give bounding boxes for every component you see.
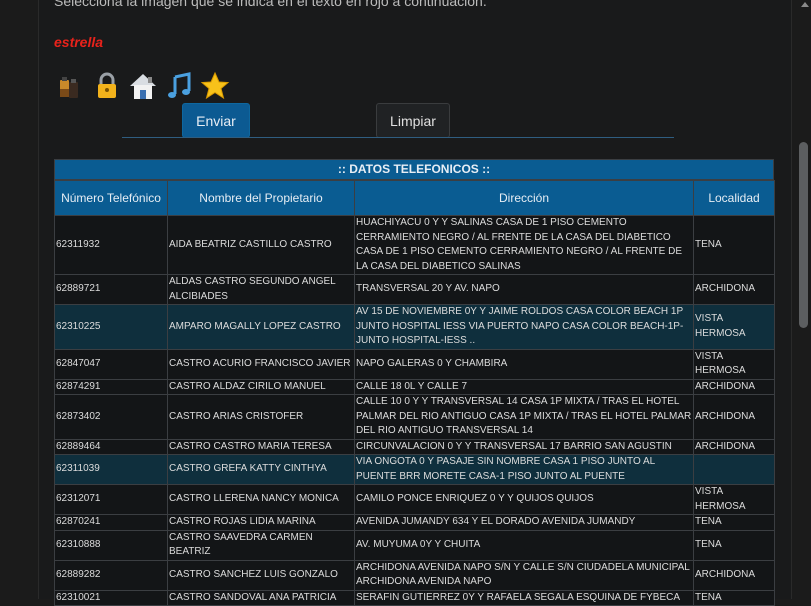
star-icon[interactable] (200, 70, 230, 102)
cell-address: VIA ONGOTA 0 Y PASAJE SIN NOMBRE CASA 1 … (354, 454, 694, 485)
cell-phone: 62874291 (54, 378, 168, 395)
table-row: 62889464 CASTRO CASTRO MARIA TERESA CIRCUN… (54, 438, 775, 455)
cell-locality: VISTA HERMOSA (693, 304, 775, 350)
cell-locality: TENA (693, 514, 775, 531)
cell-phone: 62311932 (54, 215, 168, 275)
cell-owner: CASTRO SAAVEDRA CARMEN BEATRIZ (167, 529, 355, 561)
table-title: :: DATOS TELEFONICOS :: (54, 159, 774, 180)
send-button[interactable]: Enviar (182, 103, 250, 138)
cell-owner: CASTRO SANDOVAL ANA PATRICIA (167, 589, 355, 606)
cell-locality: ARCHIDONA (693, 438, 775, 455)
cell-phone: 62310225 (54, 304, 168, 350)
cell-address: HUACHIYACU 0 Y Y SALINAS CASA DE 1 PISO … (354, 215, 694, 275)
header-phone: Número Telefónico (54, 180, 168, 216)
cell-address: CALLE 18 0L Y CALLE 7 (354, 378, 694, 395)
battery-icon[interactable] (56, 70, 86, 102)
cell-phone: 62311039 (54, 454, 168, 485)
table-row: 62873402 CASTRO ARIAS CRISTOFER CALLE 10 0… (54, 394, 775, 440)
cell-locality: ARCHIDONA (693, 559, 775, 591)
house-icon[interactable] (128, 70, 158, 102)
table-row: 62889282 CASTRO SANCHEZ LUIS GONZALO ARCHI… (54, 559, 775, 591)
scroll-up-arrow-icon[interactable] (801, 2, 809, 7)
table-body: 62311932 AIDA BEATRIZ CASTILLO CASTRO HUAC… (54, 215, 775, 606)
cell-owner: CASTRO LLERENA NANCY MONICA (167, 484, 355, 515)
cell-phone: 62889282 (54, 559, 168, 591)
table-row: 62874291 CASTRO ALDAZ CIRILO MANUEL CALLE … (54, 378, 775, 395)
table-row: 62311039 CASTRO GREFA KATTY CINTHYA VIA ON… (54, 454, 775, 485)
cell-phone: 62310888 (54, 529, 168, 561)
cell-phone: 62847047 (54, 348, 168, 380)
table-row: 62310225 AMPARO MAGALLY LOPEZ CASTRO AV 15… (54, 304, 775, 350)
header-address: Dirección (354, 180, 694, 216)
cell-phone: 62889464 (54, 438, 168, 455)
cell-locality: VISTA HERMOSA (693, 484, 775, 515)
table-row: 62847047 CASTRO ACURIO FRANCISCO JAVIER NA… (54, 348, 775, 380)
table-row: 62870241 CASTRO ROJAS LIDIA MARINA AVENIDA… (54, 514, 775, 531)
cell-owner: CASTRO ACURIO FRANCISCO JAVIER (167, 348, 355, 380)
cell-address: AV 15 DE NOVIEMBRE 0Y Y JAIME ROLDOS CAS… (354, 304, 694, 350)
lock-icon[interactable] (92, 70, 122, 102)
cell-address: CIRCUNVALACION 0 Y Y TRANSVERSAL 17 BARR… (354, 438, 694, 455)
cell-locality: TENA (693, 215, 775, 275)
cell-owner: AMPARO MAGALLY LOPEZ CASTRO (167, 304, 355, 350)
phone-data-table-wrapper: :: DATOS TELEFONICOS :: Número Telefónic… (54, 159, 775, 606)
table-row: 62889721 ALDAS CASTRO SEGUNDO ANGEL ALCIB… (54, 274, 775, 305)
cell-locality: TENA (693, 589, 775, 606)
cell-owner: CASTRO ARIAS CRISTOFER (167, 394, 355, 440)
cell-address: AV. MUYUMA 0Y Y CHUITA (354, 529, 694, 561)
cell-address: NAPO GALERAS 0 Y CHAMBIRA (354, 348, 694, 380)
table-row: 62312071 CASTRO LLERENA NANCY MONICA CAMIL… (54, 484, 775, 515)
table-row: 62310021 CASTRO SANDOVAL ANA PATRICIA SERA… (54, 589, 775, 606)
cell-owner: CASTRO ROJAS LIDIA MARINA (167, 514, 355, 531)
cell-address: AVENIDA JUMANDY 634 Y EL DORADO AVENIDA … (354, 514, 694, 531)
cell-address: CAMILO PONCE ENRIQUEZ 0 Y Y QUIJOS QUIJO… (354, 484, 694, 515)
cell-locality: VISTA HERMOSA (693, 348, 775, 380)
cell-locality: ARCHIDONA (693, 378, 775, 395)
cell-phone: 62889721 (54, 274, 168, 305)
cell-owner: ALDAS CASTRO SEGUNDO ANGEL ALCIBIADES (167, 274, 355, 305)
header-locality: Localidad (693, 180, 775, 216)
cell-phone: 62312071 (54, 484, 168, 515)
cell-address: CALLE 10 0 Y Y TRANSVERSAL 14 CASA 1P MI… (354, 394, 694, 440)
phone-data-table: Número Telefónico Nombre del Propietario… (54, 180, 775, 606)
cell-locality (693, 454, 775, 485)
cell-owner: CASTRO SANCHEZ LUIS GONZALO (167, 559, 355, 591)
cell-locality: TENA (693, 529, 775, 561)
scrollbar-thumb[interactable] (799, 142, 808, 328)
cell-address: SERAFIN GUTIERREZ 0Y Y RAFAELA SEGALA ES… (354, 589, 694, 606)
cell-phone: 62873402 (54, 394, 168, 440)
cell-locality: ARCHIDONA (693, 394, 775, 440)
cell-phone: 62310021 (54, 589, 168, 606)
captcha-icons (56, 70, 230, 102)
table-row: 62310888 CASTRO SAAVEDRA CARMEN BEATRIZ AV… (54, 529, 775, 561)
cell-phone: 62870241 (54, 514, 168, 531)
cell-locality: ARCHIDONA (693, 274, 775, 305)
header-owner: Nombre del Propietario (167, 180, 355, 216)
music-note-icon[interactable] (164, 70, 194, 102)
target-word: estrella (54, 34, 104, 50)
cell-owner: CASTRO CASTRO MARIA TERESA (167, 438, 355, 455)
cell-owner: AIDA BEATRIZ CASTILLO CASTRO (167, 215, 355, 275)
table-row: 62311932 AIDA BEATRIZ CASTILLO CASTRO HUAC… (54, 215, 775, 275)
button-divider (122, 137, 674, 138)
cell-address: TRANSVERSAL 20 Y AV. NAPO (354, 274, 694, 305)
clear-button[interactable]: Limpiar (376, 103, 450, 138)
cell-address: ARCHIDONA AVENIDA NAPO S/N Y CALLE S/N C… (354, 559, 694, 591)
table-header-row: Número Telefónico Nombre del Propietario… (54, 180, 775, 216)
cell-owner: CASTRO GREFA KATTY CINTHYA (167, 454, 355, 485)
instruction-text: Selecciona la imagen que se indica en el… (54, 0, 487, 9)
cell-owner: CASTRO ALDAZ CIRILO MANUEL (167, 378, 355, 395)
